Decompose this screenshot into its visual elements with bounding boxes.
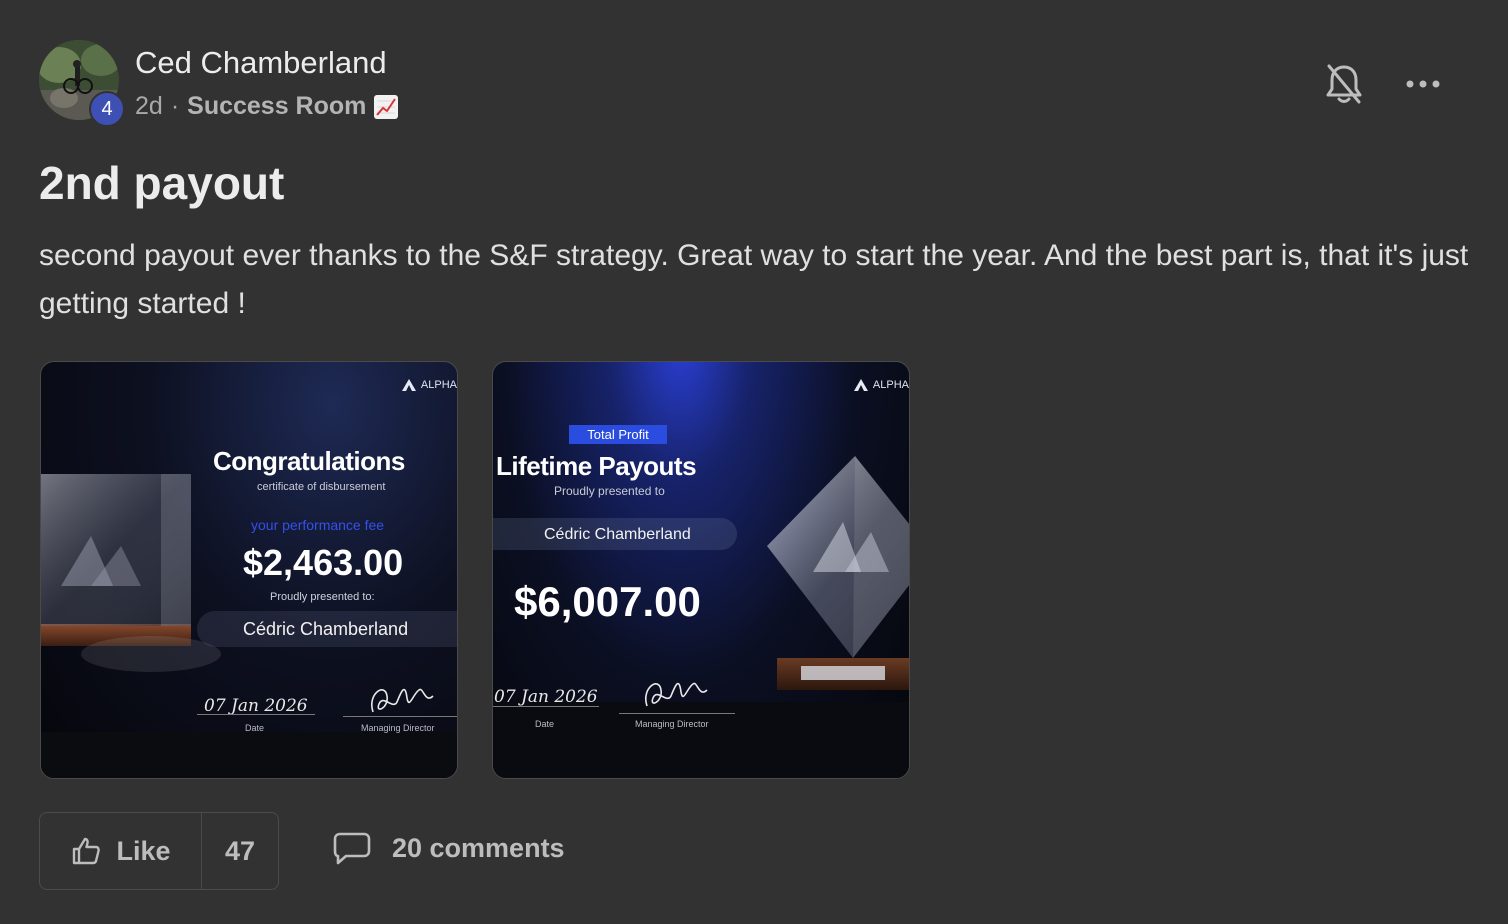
post-title: 2nd payout bbox=[39, 157, 285, 209]
certificate-date: 07 Jan 2026 bbox=[494, 687, 598, 707]
like-control: Like 47 bbox=[39, 812, 279, 890]
signature-line bbox=[619, 713, 735, 714]
fee-label: your performance fee bbox=[251, 517, 385, 533]
date-line bbox=[197, 714, 315, 715]
alpha-logo-icon bbox=[401, 379, 416, 391]
signer-label: Managing Director bbox=[635, 719, 709, 729]
meta-separator: · bbox=[170, 92, 180, 120]
total-profit-tag: Total Profit bbox=[569, 425, 667, 444]
brand-logo: ALPHA bbox=[853, 378, 909, 392]
signer-label: Managing Director bbox=[361, 723, 435, 733]
author-name[interactable]: Ced Chamberland bbox=[135, 45, 387, 81]
signature-graphic bbox=[645, 682, 708, 707]
comments-label: 20 comments bbox=[392, 832, 565, 863]
lifetime-amount: $6,007.00 bbox=[514, 578, 701, 625]
post-image-lifetime-payouts[interactable]: ALPHA Total Profit Lifetime Payouts Prou… bbox=[492, 361, 910, 779]
date-label: Date bbox=[535, 719, 555, 729]
payout-amount: $2,463.00 bbox=[243, 542, 404, 583]
post-time[interactable]: 2d bbox=[135, 92, 163, 121]
comments-button[interactable]: 20 comments bbox=[332, 830, 565, 866]
thumbs-up-icon bbox=[73, 837, 101, 865]
certificate-date: 07 Jan 2026 bbox=[204, 696, 308, 716]
lifetime-heading: Lifetime Payouts bbox=[496, 451, 697, 481]
brand-logo: ALPHA bbox=[401, 378, 457, 392]
brand-name: ALPHA bbox=[420, 379, 457, 391]
signature-line bbox=[343, 716, 457, 717]
date-label: Date bbox=[245, 723, 265, 733]
like-label: Like bbox=[116, 835, 171, 866]
date-line bbox=[493, 706, 599, 707]
alpha-logo-icon bbox=[853, 379, 868, 391]
post-body: second payout ever thanks to the S&F str… bbox=[39, 239, 1469, 320]
comment-icon bbox=[333, 832, 371, 865]
category-link[interactable]: Success Room bbox=[187, 92, 366, 121]
certificate-heading: Congratulations bbox=[213, 446, 405, 476]
presented-label: Proudly presented to bbox=[554, 484, 665, 498]
like-count[interactable]: 47 bbox=[202, 813, 278, 889]
recipient-name: Cédric Chamberland bbox=[243, 619, 409, 639]
post-image-certificate[interactable]: ALPHA Congratulations certificate of dis… bbox=[40, 361, 458, 779]
chart-increasing-icon bbox=[374, 94, 399, 119]
bell-off-icon[interactable] bbox=[1324, 62, 1364, 106]
presented-label: Proudly presented to: bbox=[270, 591, 375, 603]
recipient-name: Cédric Chamberland bbox=[544, 526, 691, 543]
certificate-subheading: certificate of disbursement bbox=[257, 481, 386, 493]
more-horizontal-icon[interactable] bbox=[1404, 70, 1444, 98]
level-badge: 4 bbox=[89, 91, 125, 127]
like-button[interactable]: Like bbox=[40, 813, 202, 889]
brand-name: ALPHA bbox=[872, 379, 909, 391]
post-meta: 2d · Success Room bbox=[135, 92, 399, 121]
